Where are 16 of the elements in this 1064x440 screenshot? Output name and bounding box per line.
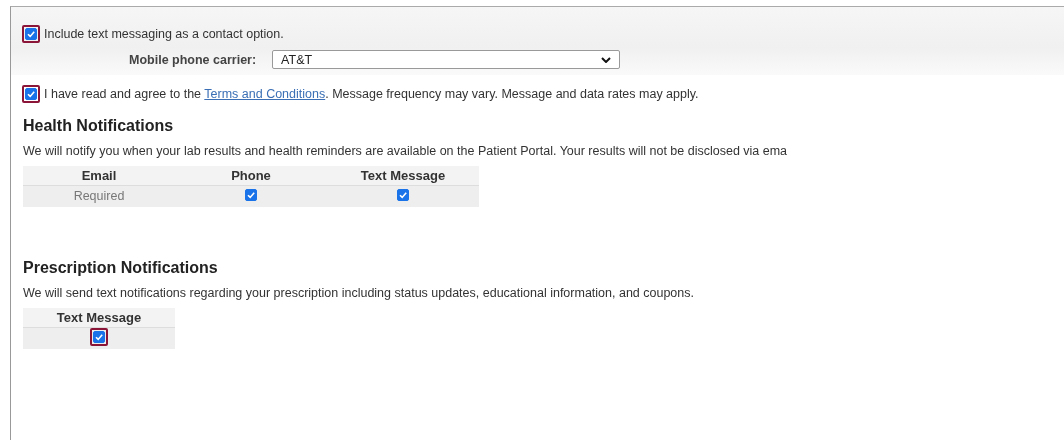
section-description: We will send text notifications regarding your prescription including status updates, educational information, and coupons. <box>23 286 695 300</box>
chevron-down-icon <box>601 56 612 63</box>
section-description: We will notify you when your lab results and health reminders are available on the Patient Portal. Your results will not be disclosed via ema <box>23 144 789 158</box>
checkbox-label: Include text messaging as a contact option. <box>44 27 284 41</box>
terms-text: I have read and agree to the Terms and Conditions. Message frequency may vary. Message and data rates may apply. <box>44 87 699 101</box>
column-header: Email <box>23 166 175 186</box>
column-header: Text Message <box>23 308 175 328</box>
table-cell: Required <box>73 189 125 203</box>
section-heading: Health Notifications <box>23 117 175 135</box>
column-header: Phone <box>175 166 327 186</box>
section-heading: Prescription Notifications <box>23 259 219 277</box>
carrier-label: Mobile phone carrier: <box>129 52 257 67</box>
checkbox[interactable] <box>397 189 409 201</box>
column-header: Text Message <box>327 166 479 186</box>
checkbox[interactable] <box>245 189 257 201</box>
carrier-select[interactable]: AT&T <box>272 50 621 69</box>
